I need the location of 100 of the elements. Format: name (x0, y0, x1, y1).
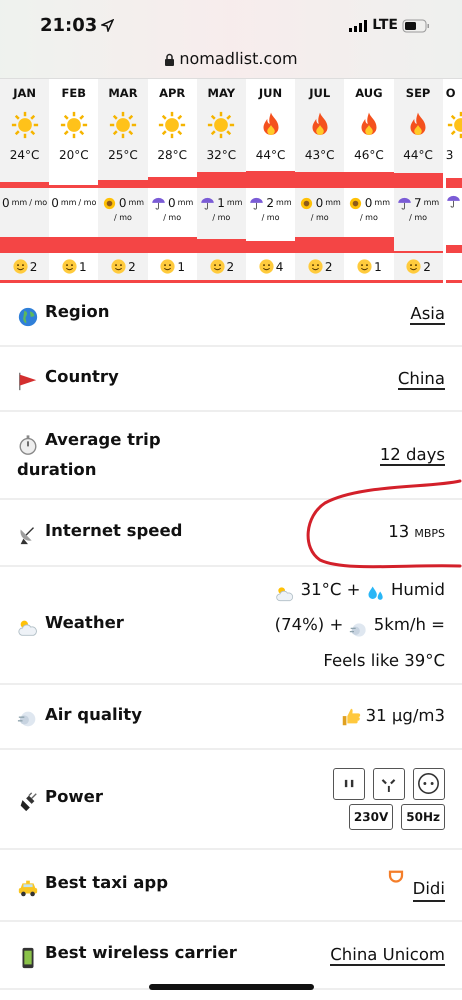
umbrella-icon (249, 196, 264, 211)
score-value: 4 (276, 258, 284, 276)
temperature: 43°C (304, 147, 335, 164)
smiley-icon (356, 258, 374, 276)
rainfall-value: 0 (168, 195, 176, 212)
score-value: 1 (78, 258, 87, 276)
flower-icon (298, 196, 314, 211)
rainfall-unit: mm (128, 197, 144, 210)
month-label: JUL (309, 85, 330, 102)
speed-value: 13 (388, 522, 410, 542)
rainfall-value: 1 (217, 195, 225, 212)
clock-time: 21:03 (40, 14, 98, 38)
stopwatch-icon (17, 434, 39, 456)
temperature: 25°C (108, 147, 138, 164)
month-label: O (446, 85, 456, 102)
battery-icon (402, 18, 430, 32)
url-text[interactable]: nomadlist.com (179, 47, 298, 71)
rainfall-value: 2 (266, 195, 274, 212)
value-link[interactable]: China (398, 368, 445, 390)
network-type: LTE (372, 16, 398, 35)
row-label: Power (17, 784, 103, 814)
rainfall-period: / mo (409, 212, 428, 224)
sun-icon (10, 110, 40, 140)
temperature: 20°C (58, 147, 89, 164)
umbrella-icon (446, 194, 461, 210)
smiley-icon (258, 258, 275, 276)
month-label: SEP (406, 85, 430, 102)
rainfall-unit: mm (325, 197, 341, 210)
value-link[interactable]: Asia (410, 304, 445, 325)
smiley-icon (306, 258, 324, 276)
rainfall-unit: mm (226, 197, 242, 210)
score-value: 2 (30, 258, 38, 276)
smiley-icon (405, 258, 422, 276)
value-link[interactable]: 12 days (380, 445, 445, 466)
weather-summary: 31°C + Humid (74%) + 5km/h = Feels like 39°C (274, 578, 445, 672)
rainfall-unit: mm (178, 197, 194, 210)
power-spec: 230V (348, 804, 394, 830)
value-link[interactable]: China Unicom (330, 945, 445, 966)
row-label: Best taxi app (17, 870, 168, 900)
month-label: APR (159, 85, 186, 102)
rainfall-period: / mo (262, 212, 280, 224)
score-value: 1 (374, 258, 382, 276)
rainfall-value: 0 (316, 195, 324, 212)
rain-bar (0, 237, 50, 254)
smiley-icon (159, 258, 176, 276)
row-label: Average trip duration (17, 429, 162, 481)
row-label: Region (17, 299, 110, 329)
temperature: 3 (446, 147, 454, 164)
lock-icon (164, 52, 176, 66)
umbrella-icon (200, 196, 216, 211)
month-label: FEB (62, 85, 86, 102)
socket-icon (333, 768, 365, 800)
power-spec: 50Hz (401, 804, 445, 830)
rainfall-value: 0 (2, 195, 10, 212)
score-value: 2 (226, 258, 234, 276)
month-label: AUG (355, 85, 383, 102)
flower-icon (102, 196, 117, 211)
temperature: 44°C (256, 147, 286, 164)
temperature: 28°C (157, 147, 187, 164)
row-label: Weather (17, 610, 124, 640)
sun-icon (157, 110, 188, 140)
rainfall-value: 0 (118, 195, 126, 212)
umbrella-icon (151, 196, 166, 211)
month-label: JUN (258, 85, 282, 102)
row-label: Air quality (17, 702, 142, 732)
smiley-icon (60, 258, 78, 276)
temperature: 32°C (206, 147, 236, 164)
score-value: 2 (324, 258, 333, 276)
speed-unit: MBPS (414, 527, 445, 540)
value-link[interactable]: Didi (412, 878, 445, 902)
rainfall-period: / mo (360, 212, 378, 224)
rainfall-unit: mm (12, 197, 28, 210)
rainfall-unit: mm (374, 197, 390, 210)
rainfall-unit: mm (60, 197, 76, 210)
globe-icon (17, 306, 39, 328)
signal-icon (349, 20, 368, 32)
row-label: Internet speed (17, 518, 182, 548)
score-value: 1 (177, 258, 185, 276)
location-arrow-icon (101, 19, 114, 32)
socket-icon (413, 768, 445, 800)
month-label: JAN (13, 85, 36, 102)
month-label: MAY (208, 85, 236, 102)
temperature: 24°C (10, 147, 40, 164)
air-quality-value: 31 μg/m3 (366, 705, 445, 728)
sun-icon (206, 110, 236, 140)
temperature: 44°C (403, 147, 433, 164)
heat-bar (394, 173, 443, 188)
rainfall-value: 7 (414, 195, 422, 212)
temperature: 46°C (354, 147, 384, 164)
smiley-icon (12, 258, 29, 276)
rainfall-unit: mm (424, 197, 440, 210)
row-label: Best wireless carrier (17, 940, 237, 970)
rainfall-unit: mm (276, 197, 292, 210)
socket-icon (373, 768, 405, 800)
sun-icon (108, 110, 138, 140)
rainfall-value: 0 (51, 195, 59, 212)
rainfall-period: / mo (29, 197, 48, 210)
rainfall-value: 0 (364, 195, 372, 212)
rainfall-period: / mo (212, 212, 230, 224)
smiley-icon (208, 258, 226, 276)
